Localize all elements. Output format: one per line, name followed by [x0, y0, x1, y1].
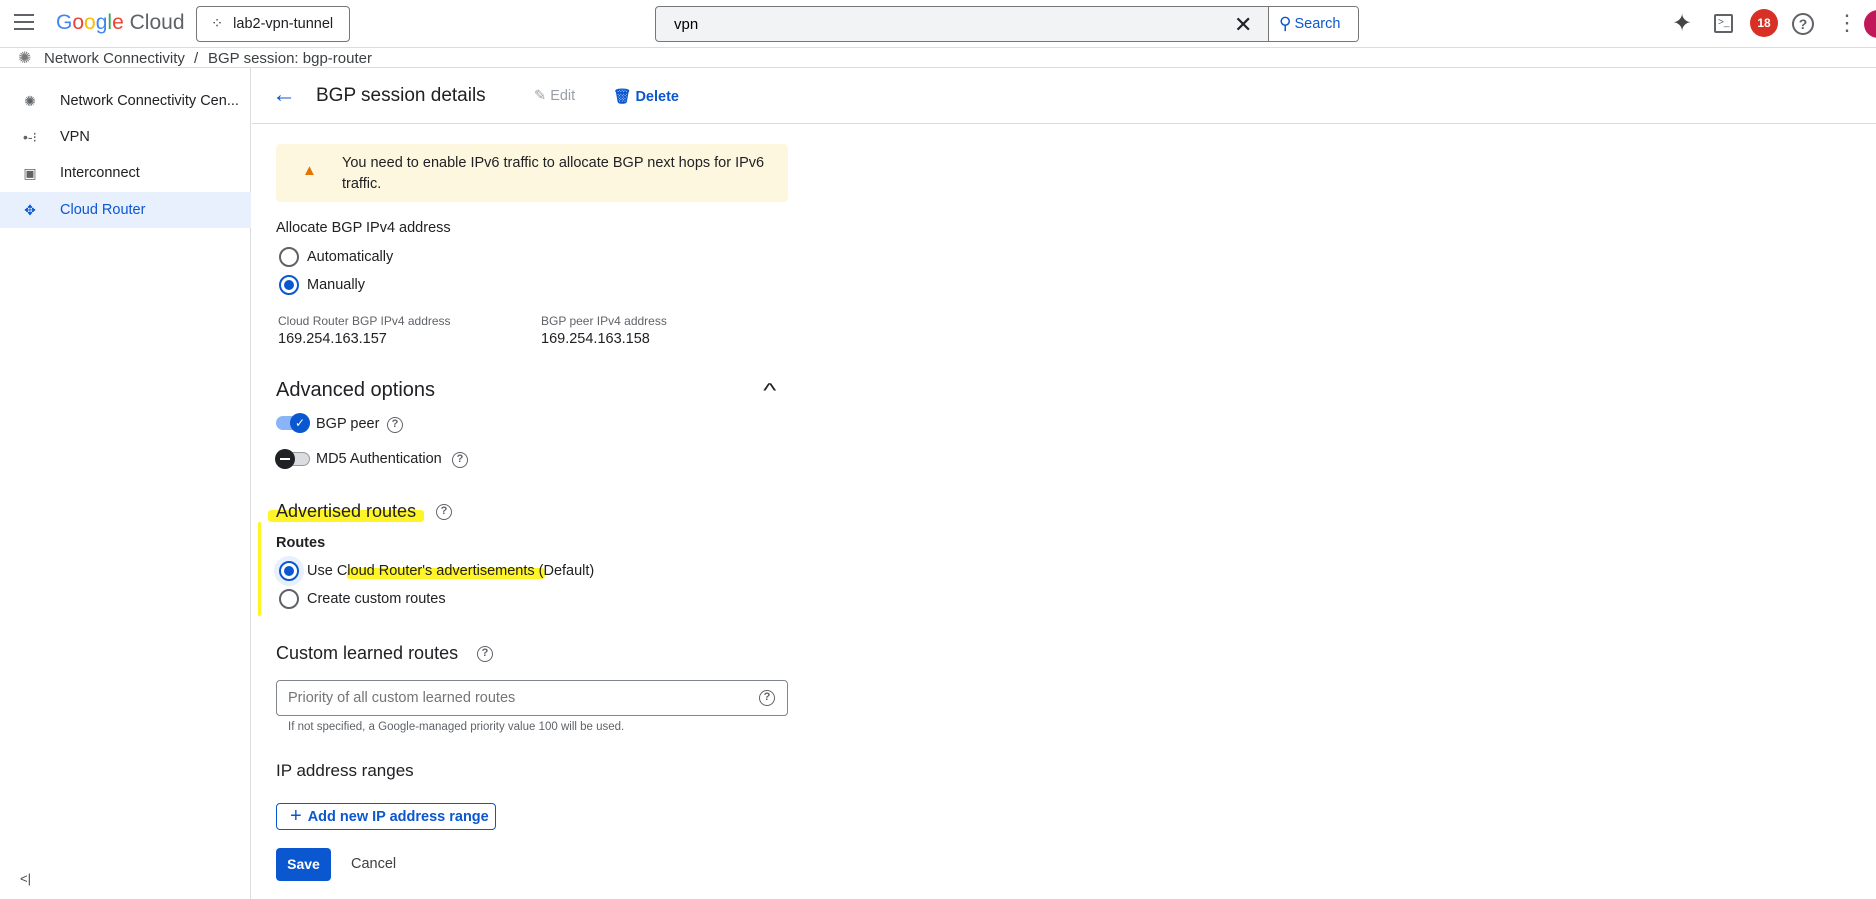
network-connectivity-icon: ✺ — [18, 50, 32, 67]
gemini-sparkle-icon[interactable]: ✦ — [1672, 9, 1692, 38]
top-bar: Google Cloud ⁘lab2-vpn-tunnel ✕ ⚲Search … — [0, 0, 1876, 48]
chevron-up-icon[interactable]: ^ — [763, 380, 776, 403]
priority-field[interactable]: ? — [276, 680, 788, 716]
plus-icon: + — [290, 805, 302, 827]
router-ip-label: Cloud Router BGP IPv4 address — [278, 314, 451, 328]
sidebar-item-ncc[interactable]: ✺ Network Connectivity Cen... — [0, 83, 251, 119]
sidebar-item-vpn[interactable]: •-⁝ VPN — [0, 119, 251, 155]
warning-text: You need to enable IPv6 traffic to alloc… — [342, 155, 765, 192]
cloud-shell-icon[interactable]: >_ — [1714, 14, 1733, 33]
radio-automatically-label: Automatically — [307, 249, 394, 265]
save-button[interactable]: Save — [276, 848, 331, 881]
cancel-button[interactable]: Cancel — [351, 856, 396, 872]
ip-ranges-title: IP address ranges — [276, 761, 414, 780]
allocate-title: Allocate BGP IPv4 address — [276, 220, 451, 236]
custom-learned-routes-title: Custom learned routes — [276, 643, 459, 663]
trash-icon: 🗑 — [613, 89, 632, 105]
help-icon[interactable]: ? — [452, 452, 468, 468]
search-icon: ⚲ — [1279, 14, 1292, 33]
breadcrumb: ✺ Network Connectivity / BGP session: bg… — [0, 48, 1876, 68]
radio-custom-routes-label: Create custom routes — [307, 591, 446, 607]
cloud-router-icon: ✥ — [24, 201, 36, 218]
radio-manually-label: Manually — [307, 277, 366, 293]
help-icon[interactable]: ? — [1792, 13, 1814, 35]
advanced-options-title: Advanced options — [276, 379, 436, 401]
radio-default-advertisements[interactable] — [279, 561, 299, 581]
page-title: BGP session details — [316, 85, 486, 106]
sidebar-item-interconnect[interactable]: ▣ Interconnect — [0, 155, 251, 191]
routes-label: Routes — [276, 535, 326, 551]
help-icon[interactable]: ? — [436, 504, 452, 520]
delete-button[interactable]: 🗑 Delete — [613, 88, 679, 105]
help-icon[interactable]: ? — [477, 646, 493, 662]
project-picker[interactable]: ⁘ lab2-vpn-tunnel — [196, 6, 350, 42]
project-name: lab2-vpn-tunnel — [233, 16, 334, 32]
menu-icon[interactable] — [14, 14, 34, 30]
radio-manually[interactable] — [279, 275, 299, 295]
breadcrumb-separator: / — [194, 50, 199, 67]
priority-hint: If not specified, a Google-managed prior… — [288, 721, 625, 733]
radio-automatically[interactable] — [279, 247, 299, 267]
sidebar: ✺ Network Connectivity Cen... •-⁝ VPN ▣ Int… — [0, 68, 251, 899]
more-options-icon[interactable]: ⋮ — [1836, 10, 1858, 36]
warning-icon: ▲ — [302, 162, 317, 179]
advertised-routes-title: Advertised routes — [276, 501, 417, 521]
bgp-peer-toggle[interactable]: ✓ — [276, 413, 310, 433]
hub-icon: ✺ — [24, 92, 36, 109]
google-cloud-logo[interactable]: Google Cloud — [56, 11, 185, 35]
avatar[interactable] — [1864, 10, 1876, 38]
add-ip-range-button[interactable]: + Add new IP address range — [276, 803, 496, 830]
router-ip-value: 169.254.163.157 — [278, 331, 387, 347]
ipv6-warning: ▲ You need to enable IPv6 traffic to all… — [276, 144, 788, 202]
radio-custom-routes[interactable] — [279, 589, 299, 609]
edit-button[interactable]: ✎ Edit — [534, 88, 575, 104]
help-icon[interactable]: ? — [759, 690, 775, 706]
priority-input[interactable] — [277, 681, 747, 715]
interconnect-icon: ▣ — [23, 164, 37, 181]
search-box[interactable]: ✕ ⚲Search — [655, 6, 1359, 42]
breadcrumb-root[interactable]: Network Connectivity — [44, 50, 185, 67]
md5-toggle[interactable] — [275, 449, 310, 469]
breadcrumb-current: BGP session: bgp-router — [208, 50, 372, 67]
md5-label: MD5 Authentication — [316, 451, 442, 467]
notifications-badge[interactable]: 18 — [1750, 9, 1778, 37]
bgp-peer-label: BGP peer — [316, 416, 380, 432]
peer-ip-label: BGP peer IPv4 address — [541, 314, 667, 328]
peer-ip-value: 169.254.163.158 — [541, 331, 650, 347]
search-input[interactable] — [656, 7, 1256, 41]
clear-search-icon[interactable]: ✕ — [1234, 12, 1252, 38]
help-icon[interactable]: ? — [387, 417, 403, 433]
radio-default-advertisements-label: Use Cloud Router's advertisements (Defau… — [307, 563, 595, 579]
search-button[interactable]: ⚲ Search — [1268, 7, 1358, 41]
yellow-highlight — [258, 522, 261, 616]
vpn-icon: •-⁝ — [22, 128, 37, 145]
project-icon: ⁘ — [211, 16, 224, 32]
page-header: ← BGP session details ✎ Edit 🗑 Delete — [252, 68, 1876, 124]
collapse-sidebar-button[interactable]: <| — [20, 871, 31, 886]
sidebar-item-cloud-router[interactable]: ✥ Cloud Router — [0, 192, 251, 228]
back-arrow-icon[interactable]: ← — [272, 81, 296, 109]
pencil-icon: ✎ — [534, 88, 547, 104]
